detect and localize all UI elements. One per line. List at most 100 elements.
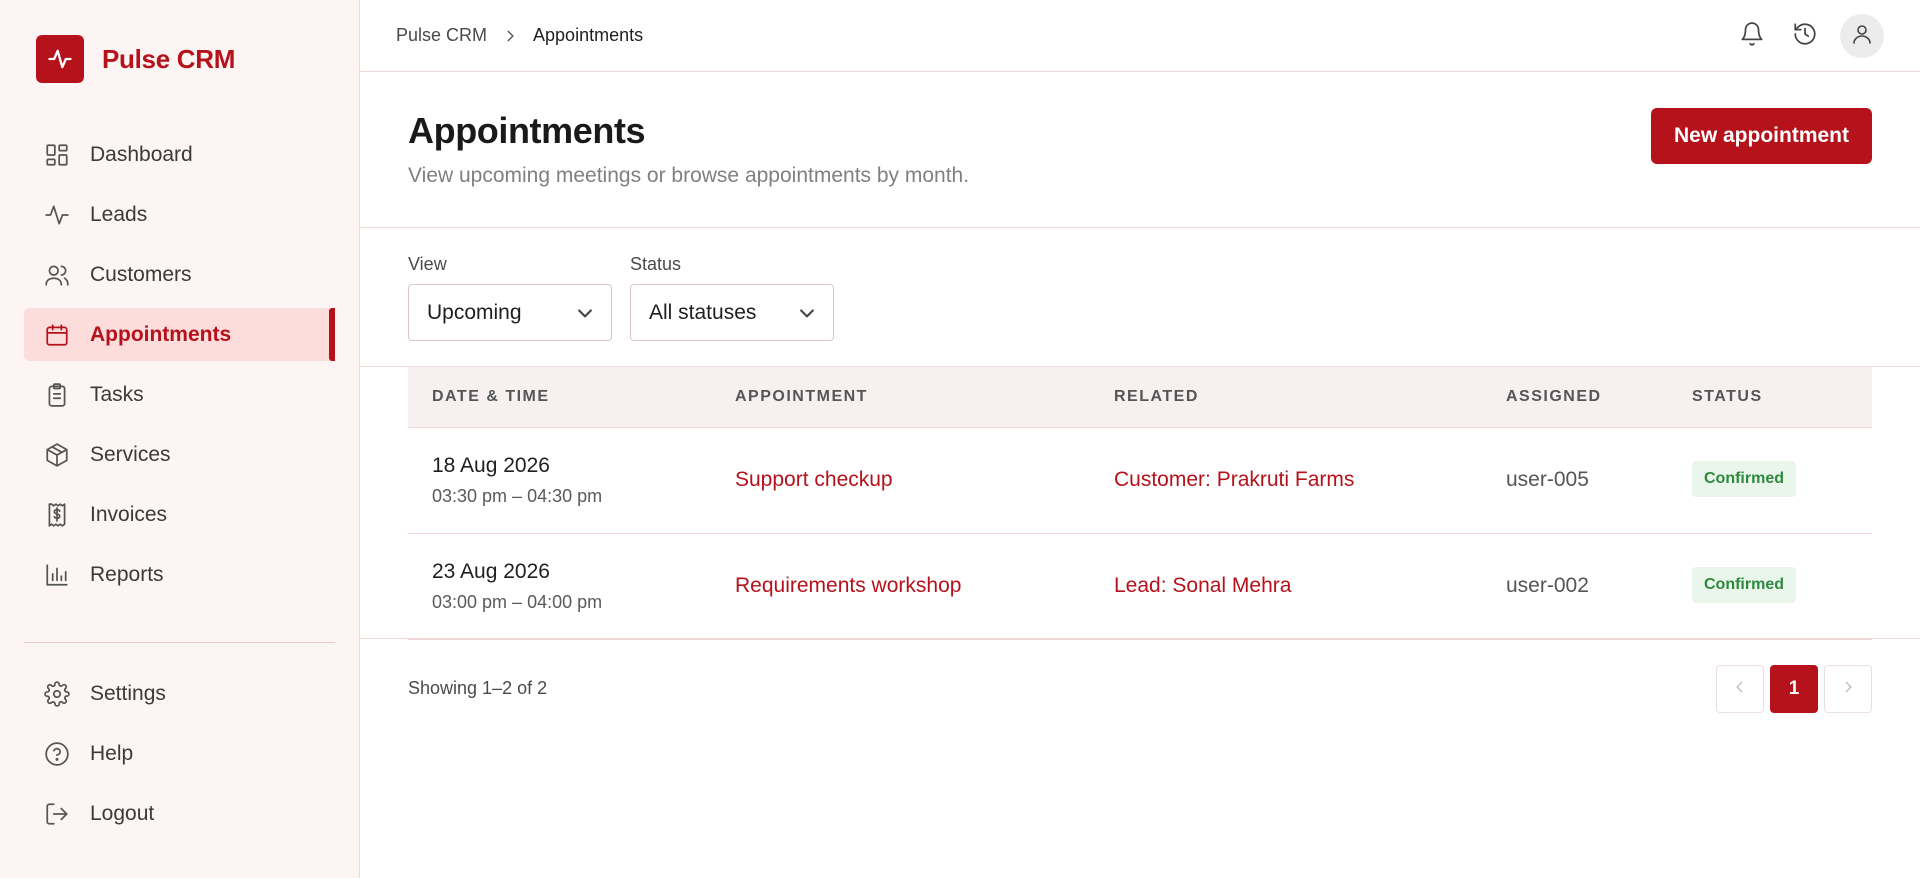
- status-filter: Status All statuses: [630, 254, 834, 341]
- chevron-down-icon: [575, 303, 595, 329]
- sidebar-nav: Dashboard Leads Customers Appointments T…: [24, 128, 335, 608]
- chevron-left-icon: [1733, 680, 1747, 699]
- sidebar-item-appointments[interactable]: Appointments: [24, 308, 335, 361]
- brand[interactable]: Pulse CRM: [36, 35, 235, 83]
- bar-chart-icon: [42, 560, 72, 590]
- main-content: Pulse CRM Appointments Appointments View…: [360, 0, 1920, 878]
- bell-icon: [1739, 21, 1765, 52]
- column-header-related[interactable]: RELATED: [1114, 388, 1199, 406]
- topbar: Pulse CRM Appointments: [360, 0, 1920, 72]
- history-button[interactable]: [1783, 14, 1827, 58]
- column-header-appointment[interactable]: APPOINTMENT: [735, 388, 868, 406]
- appointment-date: 18 Aug 2026: [432, 454, 550, 477]
- page-subtitle: View upcoming meetings or browse appoint…: [408, 164, 970, 187]
- status-cell: Confirmed: [1692, 567, 1796, 603]
- sidebar-item-label: Dashboard: [90, 142, 193, 166]
- next-page-button[interactable]: [1824, 665, 1872, 713]
- sidebar-item-reports[interactable]: Reports: [24, 548, 335, 601]
- status-select-value: All statuses: [649, 300, 757, 324]
- column-header-status[interactable]: STATUS: [1692, 388, 1763, 406]
- activity-icon: [42, 200, 72, 230]
- activity-logo-icon: [36, 35, 84, 83]
- appointment-time: 03:00 pm – 04:00 pm: [432, 592, 603, 612]
- sidebar-item-label: Customers: [90, 262, 192, 286]
- sidebar-divider: [24, 642, 335, 643]
- sidebar-item-label: Services: [90, 442, 171, 466]
- appointments-table: DATE & TIME APPOINTMENT RELATED ASSIGNED…: [408, 367, 1872, 640]
- app-root: Pulse CRM Dashboard Leads Customers Appo…: [0, 0, 1920, 878]
- brand-name: Pulse CRM: [102, 43, 236, 74]
- assigned-user: user-005: [1506, 468, 1589, 491]
- filters-bar: View Upcoming Status All statuses: [360, 228, 1920, 367]
- sidebar-item-logout[interactable]: Logout: [24, 787, 335, 840]
- status-cell: Confirmed: [1692, 461, 1796, 497]
- sidebar-item-label: Reports: [90, 562, 164, 586]
- gear-icon: [42, 679, 72, 709]
- view-filter: View Upcoming: [408, 254, 612, 341]
- pagination: 1: [1710, 665, 1872, 713]
- sidebar-bottom-nav: Settings Help Logout: [24, 667, 335, 847]
- column-header-assigned[interactable]: ASSIGNED: [1506, 388, 1602, 406]
- sidebar-item-services[interactable]: Services: [24, 428, 335, 481]
- sidebar-item-label: Help: [90, 741, 134, 765]
- table-header: DATE & TIME APPOINTMENT RELATED ASSIGNED…: [408, 367, 1872, 428]
- appointment-date: 23 Aug 2026: [432, 560, 550, 583]
- chevron-down-icon: [797, 303, 817, 329]
- dashboard-icon: [42, 140, 72, 170]
- view-select-value: Upcoming: [427, 300, 522, 324]
- related-link[interactable]: Lead: Sonal Mehra: [1114, 574, 1291, 598]
- sidebar-item-label: Leads: [90, 202, 148, 226]
- sidebar-item-label: Tasks: [90, 382, 144, 406]
- history-icon: [1792, 21, 1818, 52]
- prev-page-button[interactable]: [1716, 665, 1764, 713]
- assigned-user: user-002: [1506, 574, 1589, 597]
- breadcrumb-current: Appointments: [533, 25, 644, 45]
- chevron-right-icon: [1841, 680, 1855, 699]
- users-icon: [42, 260, 72, 290]
- related-link[interactable]: Customer: Prakruti Farms: [1114, 468, 1354, 492]
- appointment-time: 03:30 pm – 04:30 pm: [432, 486, 603, 506]
- clipboard-icon: [42, 380, 72, 410]
- page-button[interactable]: 1: [1770, 665, 1818, 713]
- date-cell: 23 Aug 2026 03:00 pm – 04:00 pm: [432, 560, 602, 613]
- sidebar-item-label: Settings: [90, 681, 166, 705]
- status-filter-label: Status: [630, 254, 682, 274]
- date-cell: 18 Aug 2026 03:30 pm – 04:30 pm: [432, 454, 602, 507]
- table-row[interactable]: 18 Aug 2026 03:30 pm – 04:30 pm Support …: [408, 428, 1872, 534]
- breadcrumb: Pulse CRM Appointments: [396, 25, 643, 46]
- box-icon: [42, 440, 72, 470]
- sidebar-item-settings[interactable]: Settings: [24, 667, 335, 720]
- view-select[interactable]: Upcoming: [408, 284, 612, 341]
- user-icon: [1850, 22, 1874, 51]
- appointment-link[interactable]: Support checkup: [735, 468, 893, 492]
- breadcrumb-root[interactable]: Pulse CRM: [396, 25, 487, 46]
- status-select[interactable]: All statuses: [630, 284, 834, 341]
- sidebar-item-tasks[interactable]: Tasks: [24, 368, 335, 421]
- sidebar-item-help[interactable]: Help: [24, 727, 335, 780]
- notifications-button[interactable]: [1730, 14, 1774, 58]
- pagination-summary: Showing 1–2 of 2: [408, 678, 548, 698]
- view-filter-label: View: [408, 254, 447, 274]
- sidebar: Pulse CRM Dashboard Leads Customers Appo…: [0, 0, 360, 878]
- receipt-icon: [42, 500, 72, 530]
- sidebar-item-leads[interactable]: Leads: [24, 188, 335, 241]
- avatar[interactable]: [1840, 14, 1884, 58]
- sidebar-item-dashboard[interactable]: Dashboard: [24, 128, 335, 181]
- column-header-date[interactable]: DATE & TIME: [432, 388, 550, 406]
- new-appointment-button[interactable]: New appointment: [1651, 108, 1872, 164]
- chevron-right-icon: [503, 29, 517, 43]
- sidebar-item-customers[interactable]: Customers: [24, 248, 335, 301]
- help-icon: [42, 739, 72, 769]
- page-header: Appointments View upcoming meetings or b…: [360, 72, 1920, 228]
- logout-icon: [42, 799, 72, 829]
- table-row[interactable]: 23 Aug 2026 03:00 pm – 04:00 pm Requirem…: [408, 534, 1872, 640]
- status-badge: Confirmed: [1692, 461, 1796, 497]
- page-title: Appointments: [408, 110, 646, 151]
- topbar-actions: [1721, 14, 1884, 58]
- sidebar-item-invoices[interactable]: Invoices: [24, 488, 335, 541]
- sidebar-item-label: Logout: [90, 801, 155, 825]
- sidebar-item-label: Appointments: [90, 322, 232, 346]
- status-badge: Confirmed: [1692, 567, 1796, 603]
- appointment-link[interactable]: Requirements workshop: [735, 574, 961, 598]
- calendar-icon: [42, 320, 72, 350]
